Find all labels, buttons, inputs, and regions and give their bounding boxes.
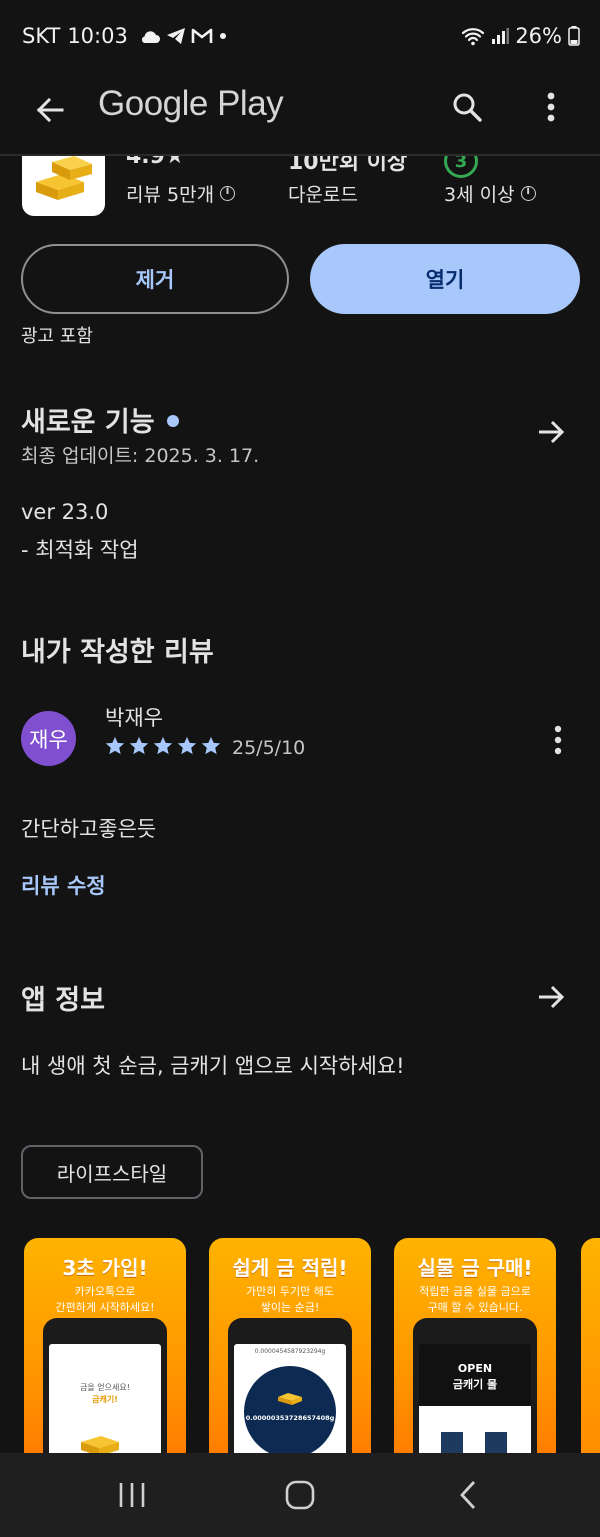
info-icon xyxy=(520,184,536,201)
screenshot-title: 쉽게 금 적립! xyxy=(232,1256,348,1280)
mall-banner xyxy=(419,1344,531,1406)
star-icon xyxy=(129,736,149,755)
star-icon xyxy=(201,736,221,755)
screenshot-subtitle: 카카오톡으로 간편하게 시작하세요! xyxy=(55,1285,155,1314)
age-label: 3세 이상 xyxy=(444,184,515,206)
back-nav-icon xyxy=(460,1481,476,1509)
category-chip[interactable]: 라이프스타일 xyxy=(21,1145,203,1199)
star-icon xyxy=(153,736,173,755)
more-vert-icon xyxy=(554,725,562,755)
phone-mockup: 금을 얻으세요! 금캐기! xyxy=(43,1318,167,1468)
signal-icon xyxy=(492,28,510,44)
dot-icon xyxy=(219,33,226,39)
telegram-icon xyxy=(166,28,185,44)
screen-text: OPEN xyxy=(457,1362,493,1375)
phone-screen: 0.0000454587923294g 0.00000353728657408g xyxy=(234,1344,346,1468)
review-more-button[interactable] xyxy=(540,720,576,760)
top-app-bar: Google Play xyxy=(0,72,600,156)
more-options-button[interactable] xyxy=(528,82,574,132)
screen-text: 금캐기 몰 xyxy=(452,1378,498,1391)
edit-review-link[interactable]: 리뷰 수정 xyxy=(21,870,106,900)
about-app-title[interactable]: 앱 정보 xyxy=(21,978,105,1017)
recent-apps-button[interactable] xyxy=(102,1471,162,1519)
avatar: 재우 xyxy=(21,711,76,766)
status-left: SKT 10:03 xyxy=(22,24,228,48)
review-date: 25/5/10 xyxy=(232,737,306,759)
phone-screen: 금을 얻으세요! 금캐기! xyxy=(49,1344,161,1468)
downloads-label: 다운로드 xyxy=(288,184,358,206)
star-icon xyxy=(105,736,125,755)
screenshot-title: 3초 가입! xyxy=(62,1256,148,1280)
rating-label-row: 리뷰 5만개 xyxy=(126,180,236,207)
open-button[interactable]: 열기 xyxy=(310,244,580,314)
review-text: 간단하고좋은듯 xyxy=(21,817,157,841)
phone-mockup: OPEN 금캐기 몰 xyxy=(413,1318,537,1468)
rating-label: 리뷰 5만개 xyxy=(126,184,215,206)
arrow-forward-icon xyxy=(539,985,565,1009)
battery-icon xyxy=(568,26,580,46)
contains-ads-label: 광고 포함 xyxy=(21,326,93,347)
status-right: 26% xyxy=(461,24,580,48)
screenshot-3[interactable]: 실물 금 구매! 적립한 금을 실물 금으로 구매 할 수 있습니다. OPEN… xyxy=(394,1238,556,1468)
review-stars xyxy=(104,735,222,757)
gold-bar-icon xyxy=(278,1393,302,1405)
info-icon xyxy=(220,184,236,201)
cloud-icon xyxy=(141,31,160,43)
new-indicator-dot xyxy=(166,414,179,427)
search-icon xyxy=(453,93,482,122)
battery-percent: 26% xyxy=(515,24,562,48)
back-nav-button[interactable] xyxy=(438,1471,498,1519)
google-play-title: Google Play xyxy=(98,84,284,123)
carrier-label: SKT xyxy=(22,24,61,48)
screen-text: 0.0000454587923294g xyxy=(254,1348,326,1355)
search-button[interactable] xyxy=(442,82,492,132)
gmail-icon xyxy=(191,28,213,43)
version-text: ver 23.0 xyxy=(21,500,109,524)
app-description: 내 생애 첫 순금, 금캐기 앱으로 시작하세요! xyxy=(21,1054,405,1078)
screenshot-4-partial[interactable] xyxy=(581,1238,600,1468)
whats-new-header[interactable]: 새로운 기능 xyxy=(21,400,179,439)
product-thumb xyxy=(441,1432,463,1454)
home-icon xyxy=(285,1480,315,1510)
arrow-forward-icon xyxy=(539,420,565,444)
system-navigation-bar xyxy=(0,1453,600,1537)
screenshot-title: 실물 금 구매! xyxy=(417,1256,533,1280)
phone-screen: OPEN 금캐기 몰 xyxy=(419,1344,531,1468)
last-updated: 최종 업데이트: 2025. 3. 17. xyxy=(21,445,260,467)
uninstall-button[interactable]: 제거 xyxy=(21,244,289,314)
screen-text: 금캐기! xyxy=(92,1395,118,1404)
whats-new-arrow-button[interactable] xyxy=(530,411,572,453)
status-bar: SKT 10:03 26% xyxy=(0,0,600,72)
recent-apps-icon xyxy=(119,1483,145,1507)
whats-new-title: 새로운 기능 xyxy=(21,407,155,438)
age-label-row: 3세 이상 xyxy=(444,180,536,207)
screenshot-1[interactable]: 3초 가입! 카카오톡으로 간편하게 시작하세요! 금을 얻으세요! 금캐기! xyxy=(24,1238,186,1468)
back-arrow-icon xyxy=(36,97,64,123)
back-button[interactable] xyxy=(26,86,74,134)
screenshot-subtitle: 가만히 두기만 해도 쌓이는 순금! xyxy=(246,1285,334,1314)
product-thumb xyxy=(485,1432,507,1454)
my-review-title: 내가 작성한 리뷰 xyxy=(21,637,214,668)
notification-icons xyxy=(139,27,228,45)
wifi-icon xyxy=(462,28,485,46)
balance-circle xyxy=(244,1366,336,1458)
screenshot-subtitle: 적립한 금을 실물 금으로 구매 할 수 있습니다. xyxy=(419,1285,531,1314)
about-arrow-button[interactable] xyxy=(530,976,572,1018)
reviewer-name: 박재우 xyxy=(105,706,163,730)
screen-text: 0.00000353728657408g xyxy=(245,1414,335,1422)
star-icon xyxy=(177,736,197,755)
screenshot-2[interactable]: 쉽게 금 적립! 가만히 두기만 해도 쌓이는 순금! 0.0000454587… xyxy=(209,1238,371,1468)
clock: 10:03 xyxy=(67,24,128,48)
screen-text: 금을 얻으세요! xyxy=(80,1383,130,1392)
phone-mockup: 0.0000454587923294g 0.00000353728657408g xyxy=(228,1318,352,1468)
more-vert-icon xyxy=(547,92,555,122)
home-button[interactable] xyxy=(270,1471,330,1519)
play-store-screen: SKT 10:03 26% Google Play 4.9★ 리뷰 5만개 i … xyxy=(0,0,600,1537)
release-notes: - 최적화 작업 xyxy=(21,538,139,562)
